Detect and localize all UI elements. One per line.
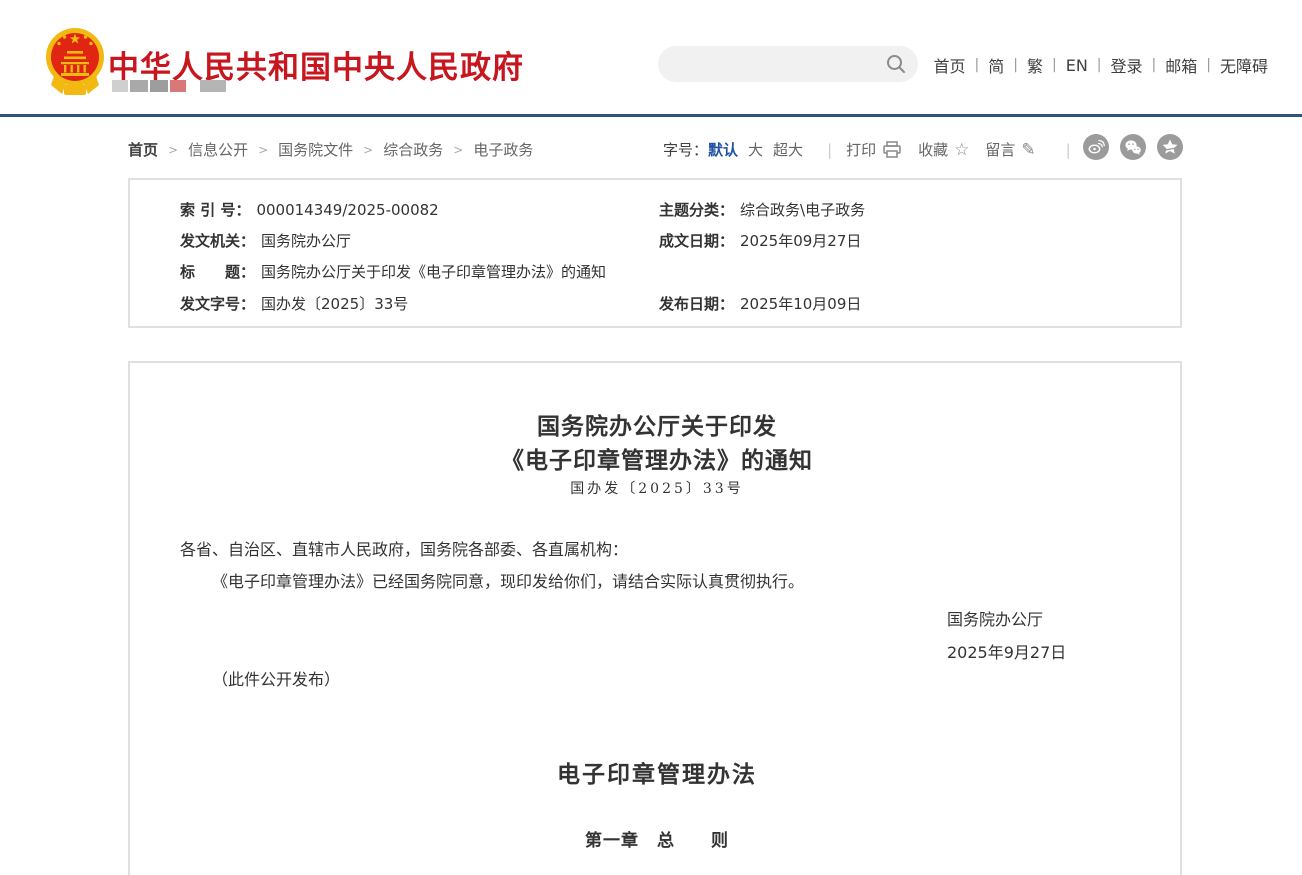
nav-separator: |	[1152, 57, 1157, 73]
blurred-subtitle	[112, 80, 226, 92]
pencil-icon: ✎	[1021, 140, 1035, 160]
chapter-heading: 第一章 总 则	[130, 826, 1184, 851]
font-size-label: 字号：	[663, 139, 708, 160]
search-icon[interactable]	[885, 46, 918, 82]
page: 中华人民共和国中央人民政府 首页 | 简 | 繁 |	[0, 0, 1302, 875]
meta-value: 000014349/2025-00082	[256, 201, 438, 219]
toolbar-separator: |	[827, 141, 832, 159]
meta-subject-category: 主题分类： 综合政务\电子政务	[659, 199, 865, 220]
meta-title: 标 题： 国务院办公厅关于印发《电子印章管理办法》的通知	[180, 261, 606, 282]
print-button[interactable]: 打印	[846, 139, 902, 160]
nav-mail[interactable]: 邮箱	[1165, 53, 1197, 77]
meta-value: 国务院办公厅关于印发《电子印章管理办法》的通知	[261, 263, 606, 281]
wechat-share-icon[interactable]	[1120, 134, 1146, 160]
meta-index-number: 索 引 号： 000014349/2025-00082	[180, 199, 439, 220]
document-content-box: 国务院办公厅关于印发 《电子印章管理办法》的通知 国办发〔2025〕33号 各省…	[128, 361, 1182, 875]
nav-traditional[interactable]: 繁	[1027, 53, 1043, 77]
nav-english[interactable]: EN	[1066, 56, 1088, 75]
meta-label: 索 引 号：	[180, 201, 250, 219]
public-release-note: （此件公开发布）	[212, 668, 1142, 692]
meta-label: 成文日期：	[659, 232, 734, 250]
breadcrumb-state-council-docs[interactable]: 国务院文件	[278, 139, 353, 160]
breadcrumb-separator: >	[453, 143, 463, 157]
font-size-default[interactable]: 默认	[708, 139, 738, 160]
meta-label: 标 题：	[180, 263, 255, 281]
nav-home[interactable]: 首页	[934, 53, 966, 77]
print-label: 打印	[846, 139, 876, 160]
breadcrumb-separator: >	[363, 143, 373, 157]
document-metadata-box: 索 引 号： 000014349/2025-00082 发文机关： 国务院办公厅 标…	[128, 178, 1182, 328]
search-bar	[658, 46, 918, 82]
signature-block: 国务院办公厅 2025年9月27日	[947, 603, 1066, 669]
meta-label: 主题分类：	[659, 201, 734, 219]
meta-label: 发文机关：	[180, 232, 255, 250]
page-tools: 字号： 默认 大 超大 | 打印 收藏 ☆ 留言 ✎ |	[663, 139, 1085, 160]
meta-issuing-agency: 发文机关： 国务院办公厅	[180, 230, 351, 251]
law-title: 电子印章管理办法	[130, 755, 1184, 789]
meta-value: 综合政务\电子政务	[740, 201, 865, 219]
star-icon: ☆	[954, 140, 969, 160]
toolbar-separator: |	[1066, 141, 1071, 159]
weibo-share-icon[interactable]	[1083, 134, 1109, 160]
comment-button[interactable]: 留言 ✎	[985, 139, 1035, 160]
breadcrumb-info-disclosure[interactable]: 信息公开	[188, 139, 248, 160]
nav-separator: |	[1013, 57, 1018, 73]
favorite-button[interactable]: 收藏 ☆	[918, 139, 969, 160]
sign-date: 2025年9月27日	[947, 636, 1066, 669]
meta-written-date: 成文日期： 2025年09月27日	[659, 230, 861, 251]
top-nav: 首页 | 简 | 繁 | EN | 登录 | 邮箱 | 无障碍	[934, 53, 1268, 77]
font-size-large[interactable]: 大	[748, 139, 763, 160]
nav-separator: |	[975, 57, 980, 73]
meta-value: 2025年10月09日	[740, 295, 861, 313]
meta-publish-date: 发布日期： 2025年10月09日	[659, 293, 861, 314]
printer-icon	[882, 141, 902, 159]
breadcrumb-home[interactable]: 首页	[128, 139, 158, 160]
breadcrumb: 首页 > 信息公开 > 国务院文件 > 综合政务 > 电子政务	[128, 139, 533, 160]
nav-separator: |	[1097, 57, 1102, 73]
meta-value: 2025年09月27日	[740, 232, 861, 250]
meta-value: 国务院办公厅	[261, 232, 351, 250]
nav-separator: |	[1052, 57, 1057, 73]
meta-label: 发布日期：	[659, 295, 734, 313]
site-header: 中华人民共和国中央人民政府 首页 | 简 | 繁 |	[0, 0, 1302, 117]
search-input[interactable]	[658, 46, 885, 82]
breadcrumb-separator: >	[168, 143, 178, 157]
national-emblem-logo[interactable]	[44, 26, 106, 102]
comment-label: 留言	[985, 139, 1015, 160]
meta-value: 国办发〔2025〕33号	[261, 295, 408, 313]
nav-separator: |	[1206, 57, 1211, 73]
body-paragraph: 《电子印章管理办法》已经国务院同意，现印发给你们，请结合实际认真贯彻执行。	[180, 570, 1110, 594]
document-title-line2: 《电子印章管理办法》的通知	[130, 441, 1184, 475]
meta-doc-number: 发文字号： 国办发〔2025〕33号	[180, 293, 408, 314]
qzone-share-icon[interactable]	[1157, 134, 1183, 160]
salutation-paragraph: 各省、自治区、直辖市人民政府，国务院各部委、各直属机构：	[180, 538, 1110, 562]
breadcrumb-e-government[interactable]: 电子政务	[473, 139, 533, 160]
share-icons	[1083, 134, 1183, 160]
signer: 国务院办公厅	[947, 603, 1066, 636]
favorite-label: 收藏	[918, 139, 948, 160]
document-number: 国办发〔2025〕33号	[130, 478, 1184, 498]
font-size-xlarge[interactable]: 超大	[773, 139, 803, 160]
nav-simplified[interactable]: 简	[988, 53, 1004, 77]
breadcrumb-separator: >	[258, 143, 268, 157]
meta-label: 发文字号：	[180, 295, 255, 313]
breadcrumb-general-affairs[interactable]: 综合政务	[383, 139, 443, 160]
document-title-line1: 国务院办公厅关于印发	[130, 407, 1184, 441]
nav-login[interactable]: 登录	[1111, 53, 1143, 77]
nav-accessibility[interactable]: 无障碍	[1220, 53, 1268, 77]
